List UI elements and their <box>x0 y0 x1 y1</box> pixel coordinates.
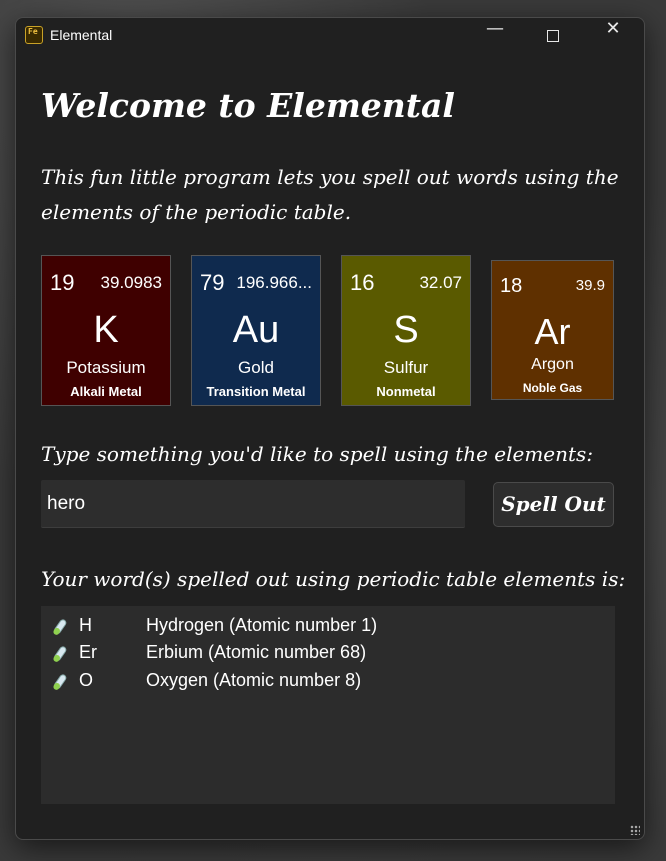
tile-atomic-mass: 196.966... <box>236 273 312 292</box>
result-description: Hydrogen (Atomic number 1) <box>146 615 378 635</box>
close-button[interactable]: ✕ <box>590 18 636 54</box>
element-tile-argon: 18 39.9 Ar Argon Noble Gas <box>491 260 614 400</box>
app-window: Fe Elemental — ✕ Welcome to Elemental Th… <box>15 17 645 840</box>
intro-text: This fun little program lets you spell o… <box>41 165 619 224</box>
tile-symbol: S <box>393 309 419 351</box>
spell-out-button[interactable]: Spell Out <box>493 482 614 527</box>
test-tube-icon <box>53 674 67 690</box>
tile-category: Nonmetal <box>376 384 436 399</box>
test-tube-icon <box>53 646 67 662</box>
result-label: Your word(s) spelled out using periodic … <box>41 567 626 591</box>
result-symbol: O <box>79 670 94 690</box>
tile-symbol: Ar <box>534 311 571 352</box>
element-tile-sulfur: 16 32.07 S Sulfur Nonmetal <box>341 255 471 406</box>
tile-atomic-mass: 39.0983 <box>100 273 162 292</box>
maximize-icon <box>547 30 559 42</box>
result-symbol: H <box>79 615 92 635</box>
test-tube-icon <box>53 619 67 635</box>
resize-grip[interactable] <box>630 825 640 835</box>
tile-atomic-number: 19 <box>50 270 75 295</box>
minimize-button[interactable]: — <box>472 18 518 54</box>
tile-atomic-mass: 39.9 <box>575 277 605 294</box>
tile-atomic-mass: 32.07 <box>419 273 462 292</box>
tile-symbol: Au <box>232 309 280 351</box>
results-list[interactable]: H Hydrogen (Atomic number 1) Er Erbium (… <box>41 606 615 804</box>
element-tile-gold: 79 196.966... Au Gold Transition Metal <box>191 255 321 406</box>
element-tile-potassium: 19 39.0983 K Potassium Alkali Metal <box>41 255 171 406</box>
welcome-heading: Welcome to Elemental <box>41 86 455 125</box>
tile-name: Potassium <box>66 358 146 377</box>
tile-name: Argon <box>531 356 574 373</box>
tile-category: Transition Metal <box>206 384 306 399</box>
tile-atomic-number: 79 <box>200 270 225 295</box>
tile-category: Noble Gas <box>522 381 583 395</box>
tile-atomic-number: 18 <box>500 275 523 297</box>
tile-name: Sulfur <box>383 358 429 377</box>
window-title: Elemental <box>50 27 113 43</box>
result-symbol: Er <box>79 642 97 662</box>
maximize-button[interactable] <box>530 18 576 54</box>
input-prompt: Type something you'd like to spell using… <box>41 442 594 466</box>
tile-category: Alkali Metal <box>70 384 142 399</box>
result-description: Oxygen (Atomic number 8) <box>146 670 362 690</box>
title-bar[interactable]: Fe Elemental — ✕ <box>16 18 644 54</box>
tile-atomic-number: 16 <box>350 270 375 295</box>
tile-name: Gold <box>238 358 274 377</box>
tile-symbol: K <box>93 309 119 351</box>
word-input[interactable] <box>41 480 465 528</box>
app-icon: Fe <box>25 26 43 44</box>
result-description: Erbium (Atomic number 68) <box>146 642 367 662</box>
